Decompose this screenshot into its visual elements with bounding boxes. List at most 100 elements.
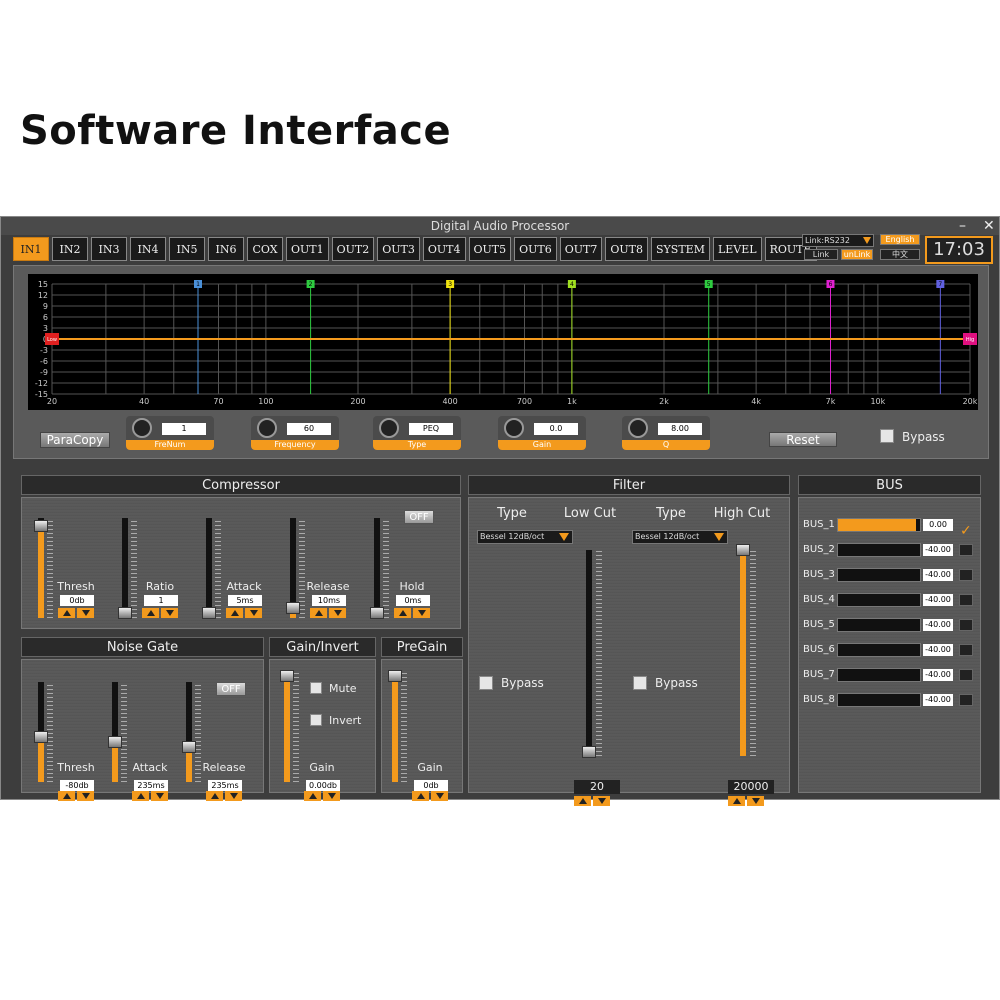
arrow-down-icon[interactable] — [747, 796, 764, 806]
high-type-select[interactable]: Bessel 12dB/oct — [632, 530, 728, 544]
unlink-button[interactable]: unLink — [841, 249, 873, 260]
bus-enable-checkbox[interactable] — [959, 644, 973, 656]
bus-level-slider[interactable] — [837, 643, 921, 657]
compressor-attack-thumb[interactable] — [202, 607, 216, 619]
high-bypass-checkbox[interactable] — [633, 676, 647, 690]
link-button[interactable]: Link — [804, 249, 838, 260]
compressor-thresh-thumb[interactable] — [34, 520, 48, 532]
close-button[interactable]: ✕ — [983, 217, 995, 235]
arrow-down-icon[interactable] — [431, 791, 448, 801]
tab-out3[interactable]: OUT3 — [377, 237, 420, 261]
noise-gate-off-button[interactable]: OFF — [216, 682, 246, 696]
bus-value[interactable]: -40.00 — [923, 644, 953, 656]
gate-release-slider[interactable] — [186, 682, 192, 782]
compressor-ratio-value[interactable]: 1 — [144, 595, 178, 606]
arrow-down-icon[interactable] — [323, 791, 340, 801]
arrow-down-icon[interactable] — [161, 608, 178, 618]
arrow-up-icon[interactable] — [226, 608, 243, 618]
tab-out2[interactable]: OUT2 — [331, 237, 375, 261]
bus-level-slider[interactable] — [837, 568, 921, 582]
gate-release-thumb[interactable] — [182, 741, 196, 753]
bus-value[interactable]: -40.00 — [923, 694, 953, 706]
arrow-down-icon[interactable] — [77, 608, 94, 618]
low-type-select[interactable]: Bessel 12dB/oct — [477, 530, 573, 544]
highcut-value[interactable]: 20000 — [728, 780, 774, 794]
bus-value[interactable]: 0.00 — [923, 519, 953, 531]
tab-in3[interactable]: IN3 — [91, 237, 127, 261]
bus-enable-checkbox[interactable] — [959, 544, 973, 556]
lowcut-value[interactable]: 20 — [574, 780, 620, 794]
tab-out4[interactable]: OUT4 — [422, 237, 466, 261]
port-select[interactable]: Link:RS232 — [802, 234, 874, 247]
compressor-hold-slider[interactable] — [374, 518, 380, 618]
bus-enable-checkbox[interactable] — [959, 594, 973, 606]
bus-value[interactable]: -40.00 — [923, 544, 953, 556]
eq-reset-button[interactable]: Reset — [769, 432, 837, 447]
arrow-up-icon[interactable] — [304, 791, 321, 801]
compressor-attack-slider[interactable] — [206, 518, 212, 618]
tab-cox[interactable]: COX — [247, 237, 283, 261]
compressor-off-button[interactable]: OFF — [404, 510, 434, 524]
tab-out8[interactable]: OUT8 — [605, 237, 648, 261]
knob-dial[interactable] — [132, 418, 152, 438]
arrow-down-icon[interactable] — [329, 608, 346, 618]
gate-release-value[interactable]: 235ms — [208, 780, 242, 791]
tab-in4[interactable]: IN4 — [130, 237, 166, 261]
eq-bypass-checkbox[interactable] — [880, 429, 894, 443]
bus-enable-checkbox[interactable] — [959, 619, 973, 631]
tab-out5[interactable]: OUT5 — [468, 237, 512, 261]
lang-english-button[interactable]: English — [880, 234, 920, 245]
bus-level-slider[interactable] — [837, 693, 921, 707]
bus-enable-checkbox[interactable] — [959, 669, 973, 681]
pregain-thumb[interactable] — [388, 670, 402, 682]
bus-value[interactable]: -40.00 — [923, 594, 953, 606]
tab-in5[interactable]: IN5 — [169, 237, 205, 261]
gate-attack-slider[interactable] — [112, 682, 118, 782]
arrow-up-icon[interactable] — [206, 791, 223, 801]
bus-level-slider[interactable] — [837, 593, 921, 607]
arrow-down-icon[interactable] — [225, 791, 242, 801]
knob-dial[interactable] — [257, 418, 277, 438]
knob-dial[interactable] — [628, 418, 648, 438]
arrow-up-icon[interactable] — [58, 791, 75, 801]
lang-chinese-button[interactable]: 中文 — [880, 249, 920, 260]
arrow-up-icon[interactable] — [728, 796, 745, 806]
bus-level-slider[interactable] — [837, 518, 921, 532]
arrow-down-icon[interactable] — [413, 608, 430, 618]
bus-enable-checkbox[interactable]: ✓ — [959, 519, 973, 538]
knob-value[interactable]: 60 — [287, 423, 331, 435]
bus-level-slider[interactable] — [837, 668, 921, 682]
compressor-thresh-value[interactable]: 0db — [60, 595, 94, 606]
tab-system[interactable]: SYSTEM — [651, 237, 710, 261]
highcut-thumb[interactable] — [736, 544, 750, 556]
tab-level[interactable]: LEVEL — [712, 237, 762, 261]
knob-dial[interactable] — [379, 418, 399, 438]
bus-value[interactable]: -40.00 — [923, 569, 953, 581]
arrow-down-icon[interactable] — [245, 608, 262, 618]
tab-in1[interactable]: IN1 — [13, 237, 49, 261]
arrow-up-icon[interactable] — [132, 791, 149, 801]
bus-value[interactable]: -40.00 — [923, 669, 953, 681]
gate-attack-value[interactable]: 235ms — [134, 780, 168, 791]
compressor-hold-value[interactable]: 0ms — [396, 595, 430, 606]
pregain-slider[interactable] — [392, 670, 398, 782]
arrow-down-icon[interactable] — [151, 791, 168, 801]
lowcut-slider[interactable] — [586, 550, 592, 756]
paracopy-button[interactable]: ParaCopy — [40, 432, 110, 448]
arrow-up-icon[interactable] — [412, 791, 429, 801]
knob-value[interactable]: PEQ — [409, 423, 453, 435]
tab-out7[interactable]: OUT7 — [559, 237, 603, 261]
gain-slider[interactable] — [284, 670, 290, 782]
bus-level-slider[interactable] — [837, 543, 921, 557]
arrow-up-icon[interactable] — [58, 608, 75, 618]
pregain-value[interactable]: 0db — [414, 780, 448, 791]
minimize-button[interactable]: – — [959, 217, 966, 235]
bus-enable-checkbox[interactable] — [959, 694, 973, 706]
arrow-up-icon[interactable] — [574, 796, 591, 806]
compressor-thresh-slider[interactable] — [38, 518, 44, 618]
compressor-release-value[interactable]: 10ms — [312, 595, 346, 606]
bus-value[interactable]: -40.00 — [923, 619, 953, 631]
lowcut-thumb[interactable] — [582, 746, 596, 758]
mute-checkbox[interactable] — [310, 682, 322, 694]
arrow-up-icon[interactable] — [142, 608, 159, 618]
